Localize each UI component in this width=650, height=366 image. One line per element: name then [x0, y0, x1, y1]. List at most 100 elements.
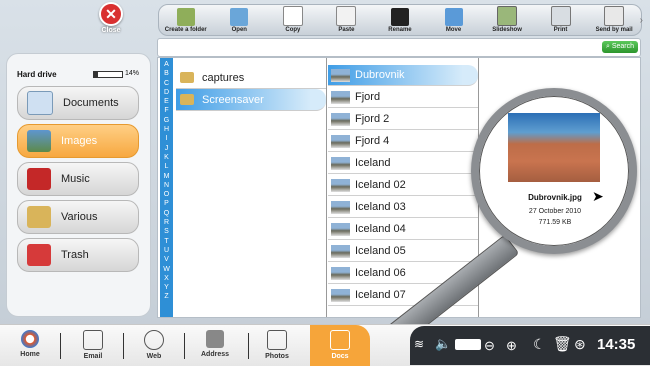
image-thumbnail-icon [331, 244, 350, 258]
alphabet-letter[interactable]: T [164, 237, 168, 246]
copy-icon [282, 6, 303, 26]
volume-down-icon[interactable]: ⊖ [484, 338, 495, 354]
alphabet-letter[interactable]: A [164, 60, 169, 69]
alphabet-letter[interactable]: B [164, 69, 169, 78]
paste-icon [336, 6, 357, 26]
paste-button[interactable]: Paste [321, 6, 371, 35]
music-icon [27, 168, 51, 190]
clock: 14:35 [597, 336, 636, 353]
docs-icon [330, 330, 350, 350]
file-item[interactable]: Iceland 05 [328, 241, 478, 262]
image-thumbnail-icon [331, 266, 350, 280]
mail-icon [604, 6, 625, 26]
volume-up-icon[interactable]: ⊕ [506, 338, 517, 354]
image-thumbnail-icon [331, 178, 350, 192]
search-button[interactable]: ⌕ Search [602, 41, 638, 53]
trash-icon [27, 244, 51, 266]
alphabet-letter[interactable]: W [163, 265, 170, 274]
sidebar: Hard drive 14% Documents Images Music Va… [6, 53, 151, 317]
alphabet-letter[interactable]: G [164, 116, 169, 125]
wifi-icon[interactable]: ≋ [414, 337, 424, 351]
create-folder-button[interactable]: Create a folder [161, 8, 211, 35]
send-by-mail-button[interactable]: Send by mail [589, 6, 639, 35]
folder-item-screensaver[interactable]: Screensaver [176, 89, 326, 111]
folder-icon [180, 94, 194, 105]
file-item[interactable]: Fjord 4 [328, 131, 478, 152]
file-item[interactable]: Iceland [328, 153, 478, 174]
file-item[interactable]: Iceland 04 [328, 219, 478, 240]
file-item[interactable]: Fjord [328, 87, 478, 108]
image-preview [508, 113, 600, 182]
alphabet-letter[interactable]: I [166, 134, 168, 143]
trash-icon[interactable]: 🗑 [553, 335, 572, 353]
alphabet-letter[interactable]: F [164, 106, 168, 115]
folder-icon [27, 206, 51, 228]
open-button[interactable]: Open [214, 8, 264, 35]
dock-separator [184, 333, 185, 359]
move-icon [444, 8, 463, 26]
alphabet-letter[interactable]: K [164, 153, 169, 162]
address-icon [206, 330, 224, 348]
dock-docs[interactable]: Docs [310, 325, 370, 366]
alphabet-letter[interactable]: X [164, 274, 169, 283]
print-button[interactable]: Print [536, 6, 586, 35]
preview-date: 27 October 2010 [528, 208, 582, 215]
alphabet-letter[interactable]: R [164, 218, 169, 227]
category-trash[interactable]: Trash [17, 238, 139, 272]
volume-icon[interactable]: 🔈 [435, 336, 451, 352]
alphabet-letter[interactable]: D [164, 88, 169, 97]
storage-usage-bar [93, 71, 123, 78]
dock-web[interactable]: Web [129, 330, 179, 360]
file-item[interactable]: Iceland 02 [328, 175, 478, 196]
file-item[interactable]: Iceland 03 [328, 197, 478, 218]
copy-button[interactable]: Copy [268, 6, 318, 35]
alphabet-letter[interactable]: O [164, 190, 169, 199]
category-images[interactable]: Images [17, 124, 139, 158]
chevron-right-icon[interactable]: › [640, 15, 643, 26]
alphabet-letter[interactable]: S [164, 227, 169, 236]
dock-home[interactable]: Home [5, 330, 55, 358]
moon-icon[interactable]: ☾ [533, 336, 546, 353]
category-documents[interactable]: Documents [17, 86, 139, 120]
image-thumbnail-icon [331, 112, 350, 126]
alphabet-letter[interactable]: H [164, 125, 169, 134]
column-divider [326, 58, 327, 317]
dock-address[interactable]: Address [190, 330, 240, 358]
category-music[interactable]: Music [17, 162, 139, 196]
open-icon [230, 8, 249, 26]
toolbar: Create a folder Open Copy Paste Rename M… [158, 4, 643, 36]
file-item[interactable]: Fjord 2 [328, 109, 478, 130]
dock-email[interactable]: Email [68, 330, 118, 360]
alphabet-letter[interactable]: P [164, 199, 169, 208]
move-button[interactable]: Move [429, 8, 479, 35]
category-various[interactable]: Various [17, 200, 139, 234]
folder-list: captures Screensaver [176, 67, 326, 111]
image-thumbnail-icon [331, 288, 350, 302]
image-thumbnail-icon [331, 90, 350, 104]
file-item[interactable]: Dubrovnik [328, 65, 478, 86]
alphabet-letter[interactable]: U [164, 246, 169, 255]
rename-button[interactable]: Rename [375, 8, 425, 35]
alphabet-letter[interactable]: Y [164, 283, 169, 292]
alphabet-letter[interactable]: J [165, 144, 169, 153]
dock-photos[interactable]: Photos [252, 330, 302, 360]
alphabet-letter[interactable]: N [164, 181, 169, 190]
slideshow-button[interactable]: Slideshow [482, 6, 532, 35]
image-thumbnail-icon [331, 222, 350, 236]
alphabet-letter[interactable]: M [164, 172, 170, 181]
alphabet-letter[interactable]: L [165, 162, 169, 171]
image-thumbnail-icon [331, 156, 350, 170]
storage-usage-text: 14% [125, 70, 140, 77]
alphabet-letter[interactable]: V [164, 255, 169, 264]
web-icon [144, 330, 164, 350]
close-label: Close [101, 27, 121, 34]
alphabet-letter[interactable]: E [164, 97, 169, 106]
documents-icon [27, 91, 53, 115]
alphabet-letter[interactable]: C [164, 79, 169, 88]
folder-item-captures[interactable]: captures [176, 67, 326, 89]
alphabet-letter[interactable]: Z [164, 292, 168, 301]
close-button[interactable]: ✕ Close [98, 2, 124, 34]
search-input[interactable]: ⌕ Search [157, 38, 641, 57]
help-icon[interactable]: ⊛ [574, 336, 586, 353]
alphabet-letter[interactable]: Q [164, 209, 169, 218]
